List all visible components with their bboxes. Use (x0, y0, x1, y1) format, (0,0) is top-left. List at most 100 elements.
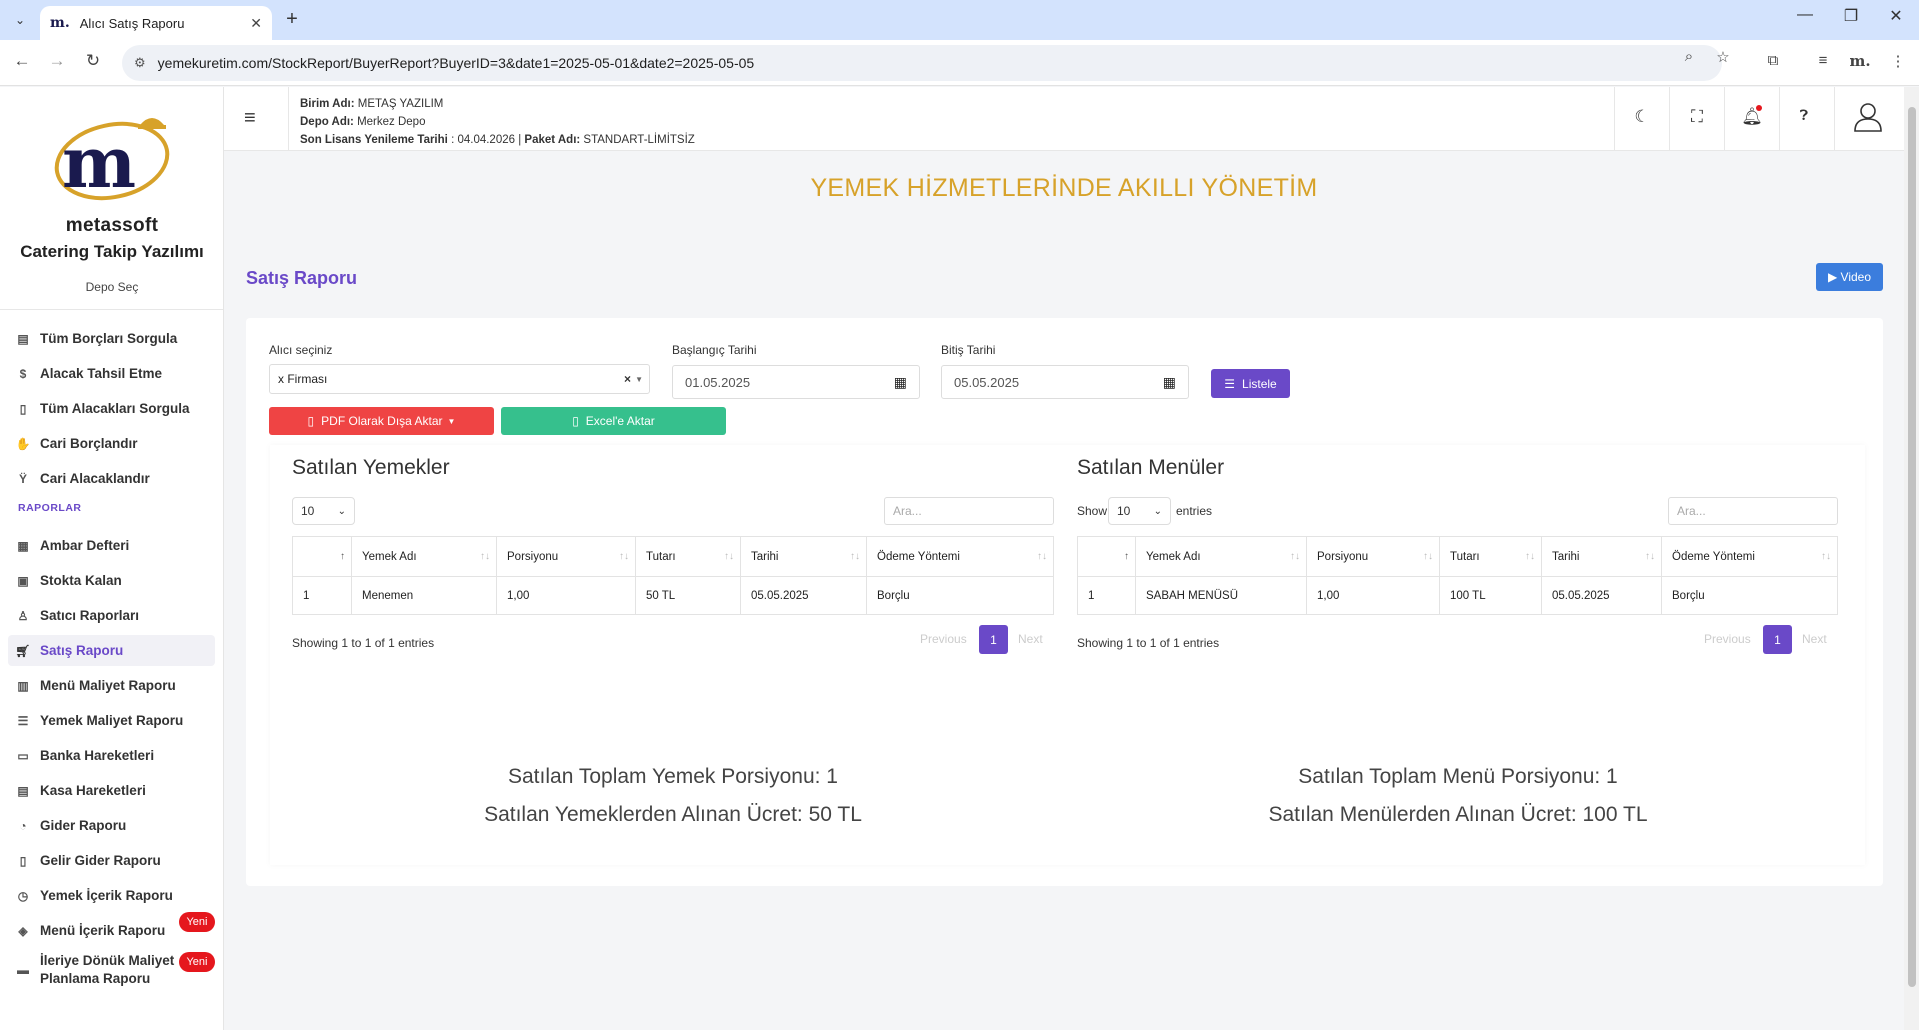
sidebar-item-cari-alacaklandir[interactable]: Ÿ Cari Alacaklandır (8, 463, 215, 494)
minimize-icon[interactable]: — (1790, 6, 1820, 24)
cell-date: 05.05.2025 (1541, 576, 1662, 615)
list-button[interactable]: ☰ Listele (1211, 369, 1290, 398)
sidebar-item-satici-raporlari[interactable]: ♙ Satıcı Raporları (8, 600, 215, 631)
new-tab-icon[interactable]: + (280, 8, 304, 31)
url-text: yemekuretim.com/StockReport/BuyerReport?… (157, 55, 755, 71)
sidebar-item-label: Banka Hareketleri (40, 748, 155, 763)
help-icon[interactable]: ❓︎ (1789, 107, 1819, 124)
user-avatar-icon[interactable] (1852, 101, 1884, 133)
sidebar-item-ambar-defteri[interactable]: ▦ Ambar Defteri (8, 530, 215, 561)
media-icon[interactable]: ≡ (1812, 52, 1834, 69)
tab-search-icon[interactable]: ⌄ (8, 8, 32, 32)
column-header-food-name[interactable]: Yemek Adı ↑↓ (351, 536, 497, 577)
sidebar-item-alacak-tahsil-etme[interactable]: $ Alacak Tahsil Etme (8, 358, 215, 389)
sidebar-item-tum-alacaklari-sorgula[interactable]: ▯ Tüm Alacakları Sorgula (8, 393, 215, 424)
menus-entries-label: entries (1176, 504, 1213, 518)
sidebar-item-label: Yemek İçerik Raporu (40, 888, 173, 903)
sidebar-item-label: Cari Alacaklandır (40, 471, 150, 486)
column-header-payment[interactable]: Ödeme Yöntemi ↑↓ (866, 536, 1054, 577)
menus-prev-button[interactable]: Previous (1704, 632, 1751, 646)
end-date-input[interactable]: 05.05.2025 ▦ (941, 365, 1189, 399)
dark-mode-moon-icon[interactable]: ☾ (1627, 107, 1657, 127)
sidebar-item-yemek-icerik-raporu[interactable]: ◷ Yemek İçerik Raporu (8, 880, 215, 911)
sidebar-item-menu-maliyet-raporu[interactable]: ▥ Menü Maliyet Raporu (8, 670, 215, 701)
close-window-icon[interactable]: ✕ (1881, 6, 1911, 26)
extensions-icon[interactable]: ⧉ (1762, 52, 1784, 69)
column-header-index[interactable]: ↑ (292, 536, 352, 577)
column-header-payment[interactable]: Ödeme Yöntemi ↑↓ (1661, 536, 1838, 577)
sidebar-item-gelir-gider-raporu[interactable]: ▯ Gelir Gider Raporu (8, 845, 215, 876)
list-icon: ☰ (17, 713, 29, 728)
sidebar-item-ileriye-donuk-maliyet[interactable]: ▬ İleriye Dönük Maliyet Planlama Raporu Y… (8, 950, 215, 990)
excel-export-button[interactable]: ▯ Excel'e Aktar (501, 407, 726, 435)
close-tab-icon[interactable]: ✕ (250, 15, 262, 32)
header-divider (288, 87, 289, 151)
hamburger-menu-icon[interactable]: ≡ (244, 107, 256, 130)
page-scrollbar[interactable] (1904, 87, 1919, 1030)
foods-search-placeholder: Ara... (893, 504, 922, 518)
back-icon[interactable]: ← (10, 51, 34, 71)
column-header-portion[interactable]: Porsiyonu ↑↓ (496, 536, 636, 577)
pdf-export-button[interactable]: ▯ PDF Olarak Dışa Aktar ▼ (269, 407, 494, 435)
calendar-icon[interactable]: ▦ (894, 374, 907, 391)
site-info-icon[interactable]: ⚙ (134, 55, 146, 71)
foods-next-button[interactable]: Next (1018, 632, 1043, 646)
column-header-date[interactable]: Tarihi ↑↓ (1541, 536, 1662, 577)
sort-icon: ↑↓ (619, 551, 629, 562)
menus-search-input[interactable]: Ara... (1668, 497, 1838, 525)
sidebar-item-satis-raporu[interactable]: 🛒︎ Satış Raporu (8, 635, 215, 666)
buyer-select[interactable]: x Firması × ▼ (269, 364, 650, 394)
sidebar-item-stokta-kalan[interactable]: ▣ Stokta Kalan (8, 565, 215, 596)
hand-money-icon: ✋ (15, 436, 31, 451)
sidebar-item-kasa-hareketleri[interactable]: ▤ Kasa Hareketleri (8, 775, 215, 806)
food-income-total: Satılan Yemeklerden Alınan Ücret: 50 TL (484, 803, 862, 826)
cell-amount: 50 TL (635, 576, 741, 615)
column-header-portion[interactable]: Porsiyonu ↑↓ (1306, 536, 1440, 577)
header-divider (1834, 87, 1835, 151)
foods-search-input[interactable]: Ara... (884, 497, 1054, 525)
menus-page-length-select[interactable]: 10 ⌄ (1108, 497, 1171, 525)
fullscreen-icon[interactable]: ⛶ (1682, 107, 1712, 127)
sidebar-item-banka-hareketleri[interactable]: ▭ Banka Hareketleri (8, 740, 215, 771)
column-header-amount[interactable]: Tutarı ↑↓ (635, 536, 741, 577)
sidebar-item-gider-raporu[interactable]: ◔ Gider Raporu (8, 810, 215, 841)
menus-table-info: Showing 1 to 1 of 1 entries (1077, 636, 1220, 650)
sidebar-item-menu-icerik-raporu[interactable]: ◈ Menü İçerik Raporu Yeni (8, 912, 215, 946)
foods-page-1-button[interactable]: 1 (979, 625, 1008, 654)
profile-icon[interactable]: m. (1849, 52, 1871, 70)
column-header-amount[interactable]: Tutarı ↑↓ (1439, 536, 1542, 577)
column-header-food-name[interactable]: Yemek Adı ↑↓ (1135, 536, 1307, 577)
clear-selection-icon[interactable]: × (624, 372, 631, 386)
start-date-input[interactable]: 01.05.2025 ▦ (672, 365, 920, 399)
forward-icon[interactable]: → (45, 51, 69, 71)
foods-page-length-select[interactable]: 10 ⌄ (292, 497, 355, 525)
menus-show-label: Show (1077, 504, 1108, 518)
sidebar-item-tum-borclari-sorgula[interactable]: ▤ Tüm Borçları Sorgula (8, 323, 215, 354)
browser-tab[interactable]: m. Alıcı Satış Raporu ✕ (40, 6, 272, 40)
column-header-date[interactable]: Tarihi ↑↓ (740, 536, 867, 577)
menus-page-1-button[interactable]: 1 (1763, 625, 1792, 654)
bookmark-star-icon[interactable]: ☆ (1712, 48, 1734, 66)
header-info: Birim Adı: METAŞ YAZILIM Depo Adı: Merke… (300, 95, 695, 149)
depot-value: Merkez Depo (357, 116, 426, 128)
sort-icon: ↑↓ (724, 551, 734, 562)
foods-prev-button[interactable]: Previous (920, 632, 967, 646)
menu-dots-icon[interactable]: ⋮ (1887, 52, 1909, 70)
depot-select[interactable]: Depo Seç (0, 280, 223, 294)
menus-next-button[interactable]: Next (1802, 632, 1827, 646)
scrollbar-thumb[interactable] (1908, 107, 1916, 987)
chevron-down-icon: ⌄ (1153, 505, 1162, 517)
calendar-icon[interactable]: ▦ (1163, 374, 1176, 391)
video-button[interactable]: ▶ Video (1816, 263, 1883, 291)
address-bar[interactable]: ⚙ yemekuretim.com/StockReport/BuyerRepor… (122, 45, 1722, 81)
reload-icon[interactable]: ↻ (81, 51, 105, 71)
sort-icon: ↑↓ (1645, 551, 1655, 562)
table-icon: ▥ (17, 678, 29, 693)
column-header-index[interactable]: ↑ (1077, 536, 1136, 577)
notification-bell-icon[interactable]: 🔔︎ (1737, 105, 1767, 127)
zoom-icon[interactable]: ⌕ (1678, 48, 1700, 65)
sidebar-item-yemek-maliyet-raporu[interactable]: ☰ Yemek Maliyet Raporu (8, 705, 215, 736)
restore-icon[interactable]: ❐ (1836, 6, 1866, 26)
sidebar-item-cari-borclandir[interactable]: ✋ Cari Borçlandır (8, 428, 215, 459)
foods-table: ↑ Yemek Adı ↑↓ Porsiyonu ↑↓ Tutarı ↑↓ Tarih… (292, 536, 1054, 615)
